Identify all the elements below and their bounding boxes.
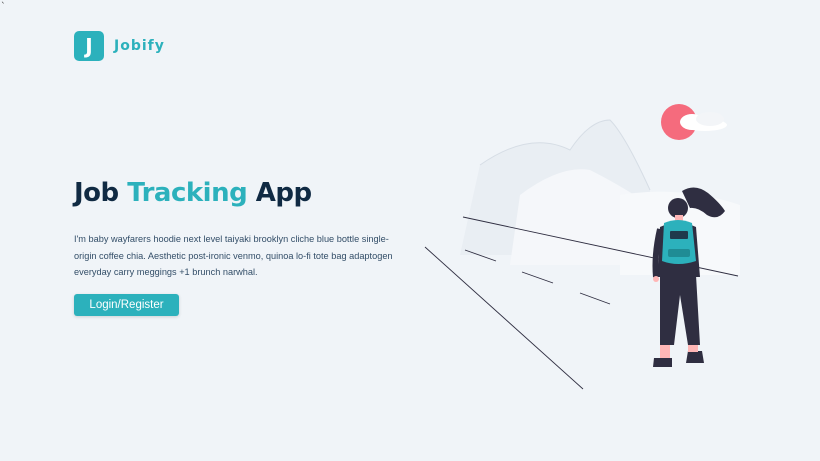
hero-illustration [424, 104, 740, 390]
title-part1: Job [74, 178, 119, 208]
corner-mark: ` [1, 2, 6, 12]
login-register-button[interactable]: Login/Register [74, 294, 179, 316]
logo-icon[interactable]: J [74, 31, 104, 61]
navbar: J Jobify [74, 31, 165, 61]
title-part3: App [255, 178, 312, 208]
logo-text[interactable]: Jobify [114, 38, 165, 54]
title-accent: Tracking [127, 178, 248, 208]
cloud-icon [680, 112, 727, 131]
backpack-icon [662, 220, 696, 264]
page-title: Job Tracking App [74, 178, 312, 208]
hero-description: I'm baby wayfarers hoodie next level tai… [74, 234, 393, 277]
